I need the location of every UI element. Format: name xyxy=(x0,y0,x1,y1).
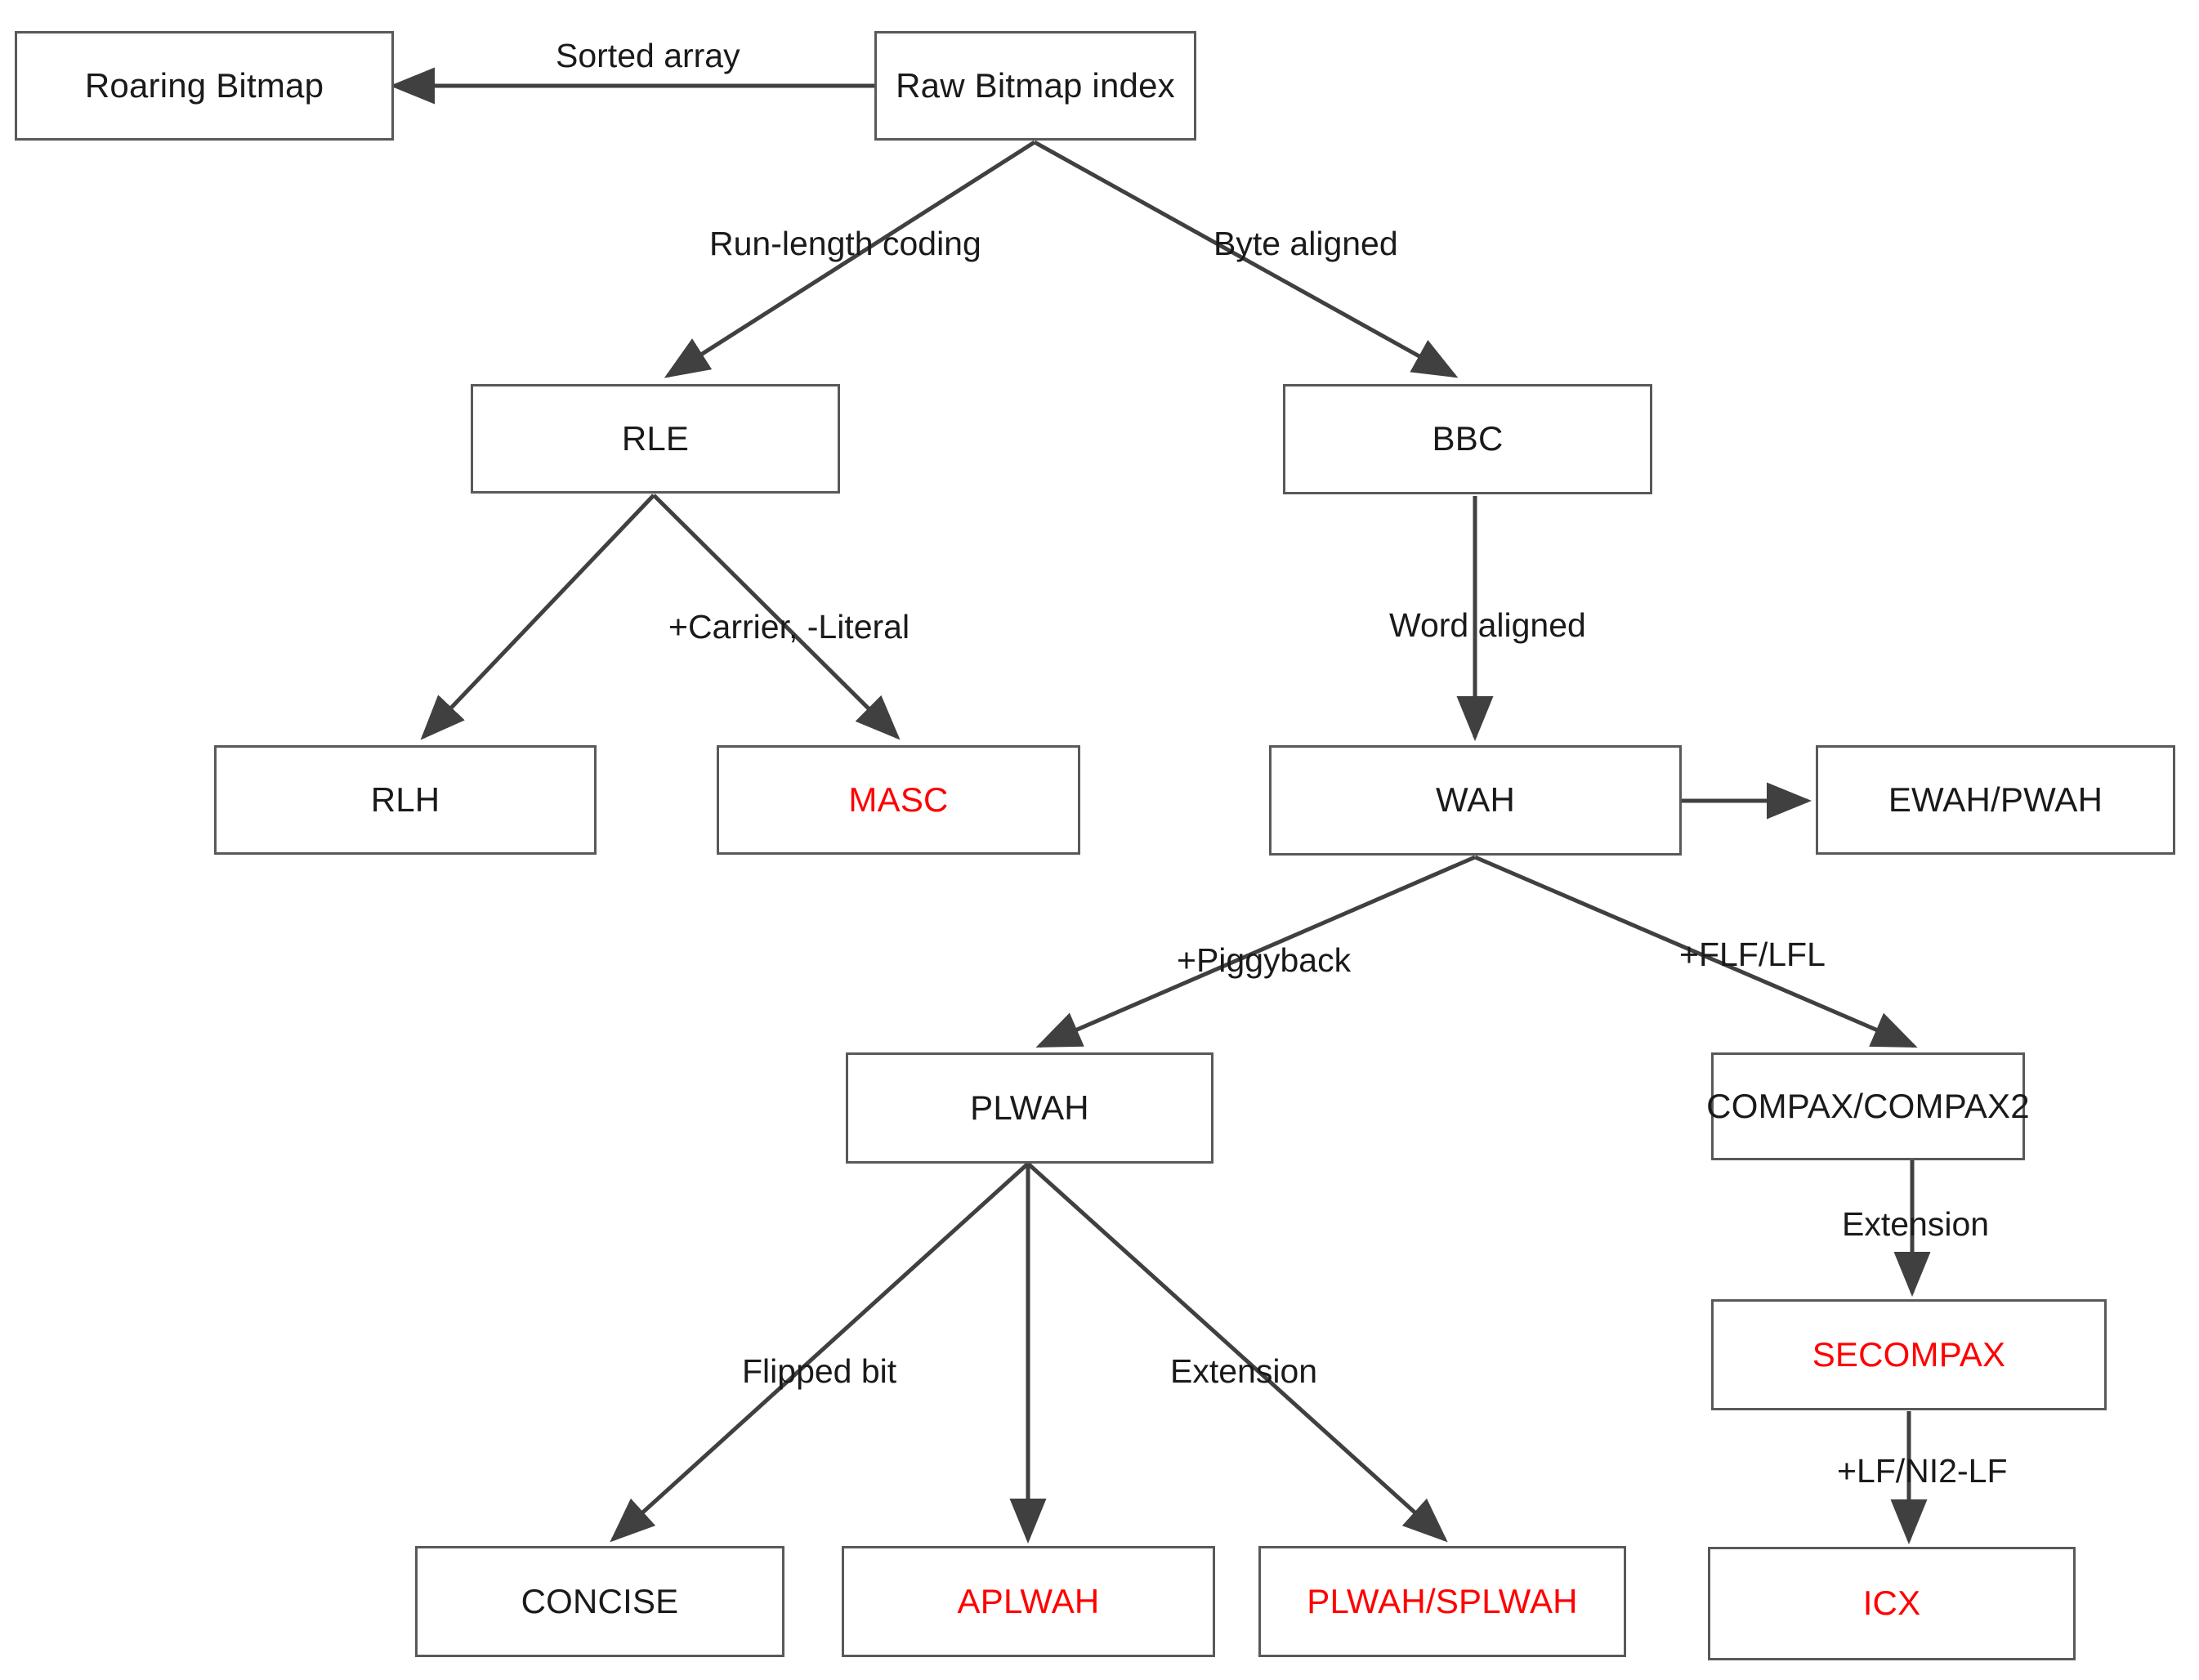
edge-label-byte-aligned: Byte aligned xyxy=(1213,225,1398,262)
edge-rle-to-rlh xyxy=(420,494,655,740)
node-icx[interactable]: ICX xyxy=(1708,1547,2076,1660)
edge-label-lf-ni2-lf: +LF/NI2-LF xyxy=(1837,1452,2008,1490)
node-raw-bitmap-index[interactable]: Raw Bitmap index xyxy=(874,31,1196,141)
node-secompax[interactable]: SECOMPAX xyxy=(1711,1299,2107,1410)
edge-label-run-length-coding: Run-length coding xyxy=(709,225,981,262)
node-roaring-bitmap[interactable]: Roaring Bitmap xyxy=(15,31,394,141)
edge-label-extension-compax: Extension xyxy=(1842,1205,1990,1243)
node-rlh[interactable]: RLH xyxy=(214,745,597,855)
node-concise[interactable]: CONCISE xyxy=(415,1546,784,1657)
node-plwah[interactable]: PLWAH xyxy=(846,1052,1213,1164)
node-aplwah[interactable]: APLWAH xyxy=(842,1546,1215,1657)
edge-label-flipped-bit: Flipped bit xyxy=(742,1352,897,1390)
node-masc[interactable]: MASC xyxy=(717,745,1080,855)
edge-label-carrier-literal: +Carrier, -Literal xyxy=(668,608,910,646)
node-compax[interactable]: COMPAX/COMPAX2 xyxy=(1706,1052,2030,1160)
node-ewah-pwah[interactable]: EWAH/PWAH xyxy=(1816,745,2175,855)
edge-label-extension-plwah: Extension xyxy=(1170,1352,1318,1390)
edge-label-piggyback: +Piggyback xyxy=(1177,941,1352,979)
edge-label-sorted-array: Sorted array xyxy=(556,37,740,74)
edge-label-flf-lfl: +FLF/LFL xyxy=(1679,936,1826,973)
node-bbc[interactable]: BBC xyxy=(1283,384,1652,494)
node-plwah-splwah[interactable]: PLWAH/SPLWAH xyxy=(1258,1546,1626,1657)
edge-plwah-to-plwah-splwah xyxy=(1026,1162,1448,1543)
edge-label-word-aligned: Word aligned xyxy=(1389,606,1586,644)
node-rle[interactable]: RLE xyxy=(471,384,840,494)
edge-plwah-to-concise xyxy=(610,1162,1030,1543)
node-wah[interactable]: WAH xyxy=(1269,745,1682,856)
diagram-canvas: Roaring Bitmap Raw Bitmap index RLE BBC … xyxy=(0,0,2199,1680)
